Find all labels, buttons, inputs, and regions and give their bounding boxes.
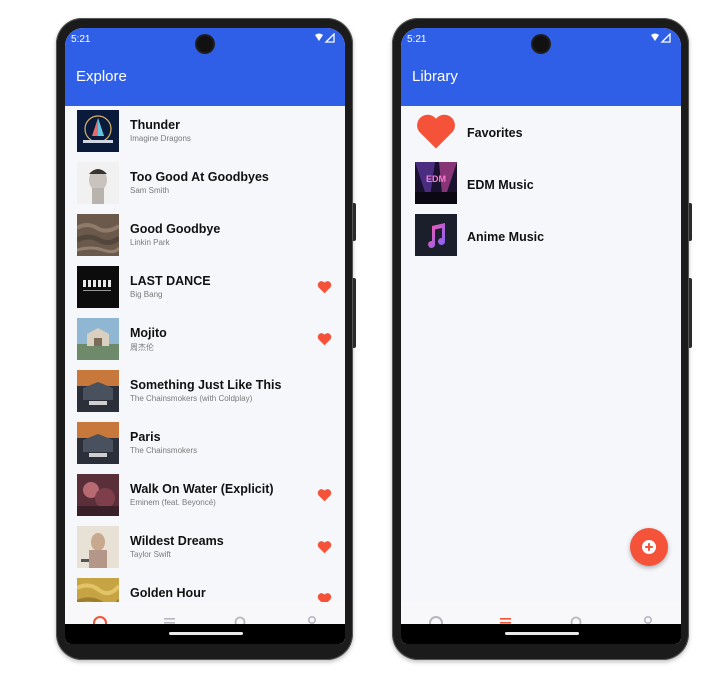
song-title: Walk On Water (Explicit)	[130, 482, 274, 496]
song-title: Good Goodbye	[130, 222, 221, 236]
add-icon	[642, 540, 656, 554]
phone-frame-explore: 5:21 Explore Thunder Imagine Dragons Too…	[56, 18, 356, 660]
power-button	[353, 278, 356, 348]
album-cover	[77, 578, 119, 602]
system-gesture-bar	[401, 624, 681, 644]
playlist-row[interactable]: EDM EDM Music	[401, 158, 681, 210]
song-row[interactable]: Too Good At Goodbyes Sam Smith	[65, 158, 345, 210]
favorite-heart-icon[interactable]	[317, 540, 332, 554]
song-list[interactable]: Thunder Imagine Dragons Too Good At Good…	[65, 106, 345, 602]
app-bar: Library	[401, 50, 681, 106]
album-cover	[77, 370, 119, 412]
add-playlist-button[interactable]	[630, 528, 668, 566]
front-camera	[197, 36, 213, 52]
page-title: Explore	[76, 68, 127, 85]
playlist-title: Anime Music	[467, 230, 545, 244]
status-time: 5:21	[71, 34, 91, 45]
home-indicator[interactable]	[505, 632, 579, 635]
playlist-title: EDM Music	[467, 178, 534, 192]
album-cover	[77, 266, 119, 308]
song-artist: 周杰伦	[130, 343, 154, 352]
heart-icon	[415, 110, 457, 152]
svg-text:EDM: EDM	[426, 174, 446, 184]
song-row[interactable]: Golden Hour	[65, 574, 345, 602]
song-artist: Sam Smith	[130, 186, 170, 195]
song-title: Too Good At Goodbyes	[130, 170, 269, 184]
album-cover	[77, 318, 119, 360]
song-artist: The Chainsmokers	[130, 446, 198, 455]
song-title: Mojito	[130, 326, 167, 340]
home-indicator[interactable]	[169, 632, 243, 635]
playlist-list[interactable]: Favorites EDM EDM Music Anime Music	[401, 106, 681, 602]
volume-button	[689, 203, 692, 241]
volume-button	[353, 203, 356, 241]
favorite-heart-icon[interactable]	[317, 280, 332, 294]
playlist-title: Favorites	[467, 126, 523, 140]
song-row[interactable]: Thunder Imagine Dragons	[65, 106, 345, 158]
music-note-cover	[415, 214, 457, 256]
song-artist: The Chainsmokers (with Coldplay)	[130, 394, 253, 403]
song-row[interactable]: LAST DANCE Big Bang	[65, 262, 345, 314]
song-row[interactable]: Walk On Water (Explicit) Eminem (feat. B…	[65, 470, 345, 522]
wifi-signal-icon	[650, 32, 672, 46]
explore-screen: 5:21 Explore Thunder Imagine Dragons Too…	[65, 28, 345, 644]
system-gesture-bar	[65, 624, 345, 644]
album-cover	[77, 214, 119, 256]
song-artist: Eminem (feat. Beyoncé)	[130, 498, 216, 507]
song-title: Golden Hour	[130, 586, 206, 600]
status-time: 5:21	[407, 34, 427, 45]
song-title: Wildest Dreams	[130, 534, 224, 548]
favorite-heart-icon[interactable]	[317, 332, 332, 346]
playlist-row[interactable]: Favorites	[401, 106, 681, 158]
song-title: Something Just Like This	[130, 378, 282, 392]
album-cover	[77, 110, 119, 152]
song-artist: Big Bang	[130, 290, 163, 299]
favorite-heart-icon[interactable]	[317, 592, 332, 602]
library-screen: 5:21 Library Favorites EDM EDM Music Ani…	[401, 28, 681, 644]
edm-cover: EDM	[415, 162, 457, 204]
wifi-signal-icon	[314, 32, 336, 46]
album-cover	[77, 162, 119, 204]
song-row[interactable]: Good Goodbye Linkin Park	[65, 210, 345, 262]
song-title: Paris	[130, 430, 161, 444]
album-cover	[77, 474, 119, 516]
front-camera	[533, 36, 549, 52]
favorite-heart-icon[interactable]	[317, 488, 332, 502]
song-artist: Taylor Swift	[130, 550, 171, 559]
song-row[interactable]: Something Just Like This The Chainsmoker…	[65, 366, 345, 418]
playlist-row[interactable]: Anime Music	[401, 210, 681, 262]
song-artist: Imagine Dragons	[130, 134, 191, 143]
power-button	[689, 278, 692, 348]
song-row[interactable]: Mojito 周杰伦	[65, 314, 345, 366]
page-title: Library	[412, 68, 458, 85]
song-row[interactable]: Wildest Dreams Taylor Swift	[65, 522, 345, 574]
phone-frame-library: 5:21 Library Favorites EDM EDM Music Ani…	[392, 18, 692, 660]
song-title: LAST DANCE	[130, 274, 211, 288]
album-cover	[77, 422, 119, 464]
song-artist: Linkin Park	[130, 238, 170, 247]
song-title: Thunder	[130, 118, 180, 132]
song-row[interactable]: Paris The Chainsmokers	[65, 418, 345, 470]
app-bar: Explore	[65, 50, 345, 106]
album-cover	[77, 526, 119, 568]
